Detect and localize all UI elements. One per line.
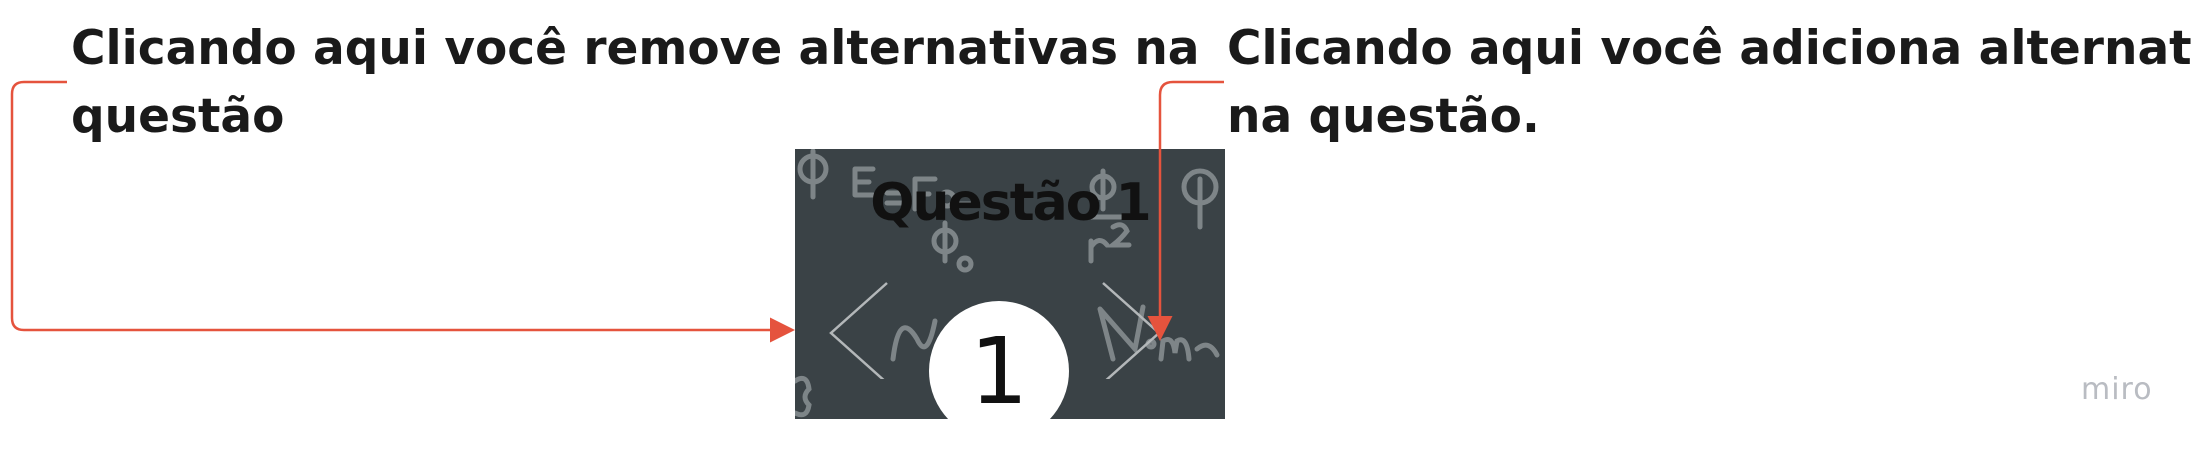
annotation-remove-line-1: Clicando aqui você remove alternativas n… (71, 21, 1200, 76)
annotation-add-line-1: Clicando aqui você adiciona alternativas (1227, 21, 2193, 76)
remove-alternative-button[interactable] (825, 279, 895, 384)
miro-watermark: miro (2081, 372, 2153, 407)
chevron-left-icon (829, 282, 888, 384)
annotation-add-line-2: na questão. (1227, 89, 1540, 144)
question-card: Questão 1 1 (795, 149, 1225, 419)
annotation-remove-line-2: questão (71, 89, 285, 144)
annotation-remove-alternatives: Clicando aqui você remove alternativas n… (71, 15, 1200, 151)
add-alternative-button[interactable] (1095, 279, 1165, 384)
question-title: Questão 1 (870, 173, 1151, 233)
annotation-add-alternatives: Clicando aqui você adiciona alternativas… (1227, 15, 2193, 151)
chevron-right-icon (1102, 282, 1161, 384)
